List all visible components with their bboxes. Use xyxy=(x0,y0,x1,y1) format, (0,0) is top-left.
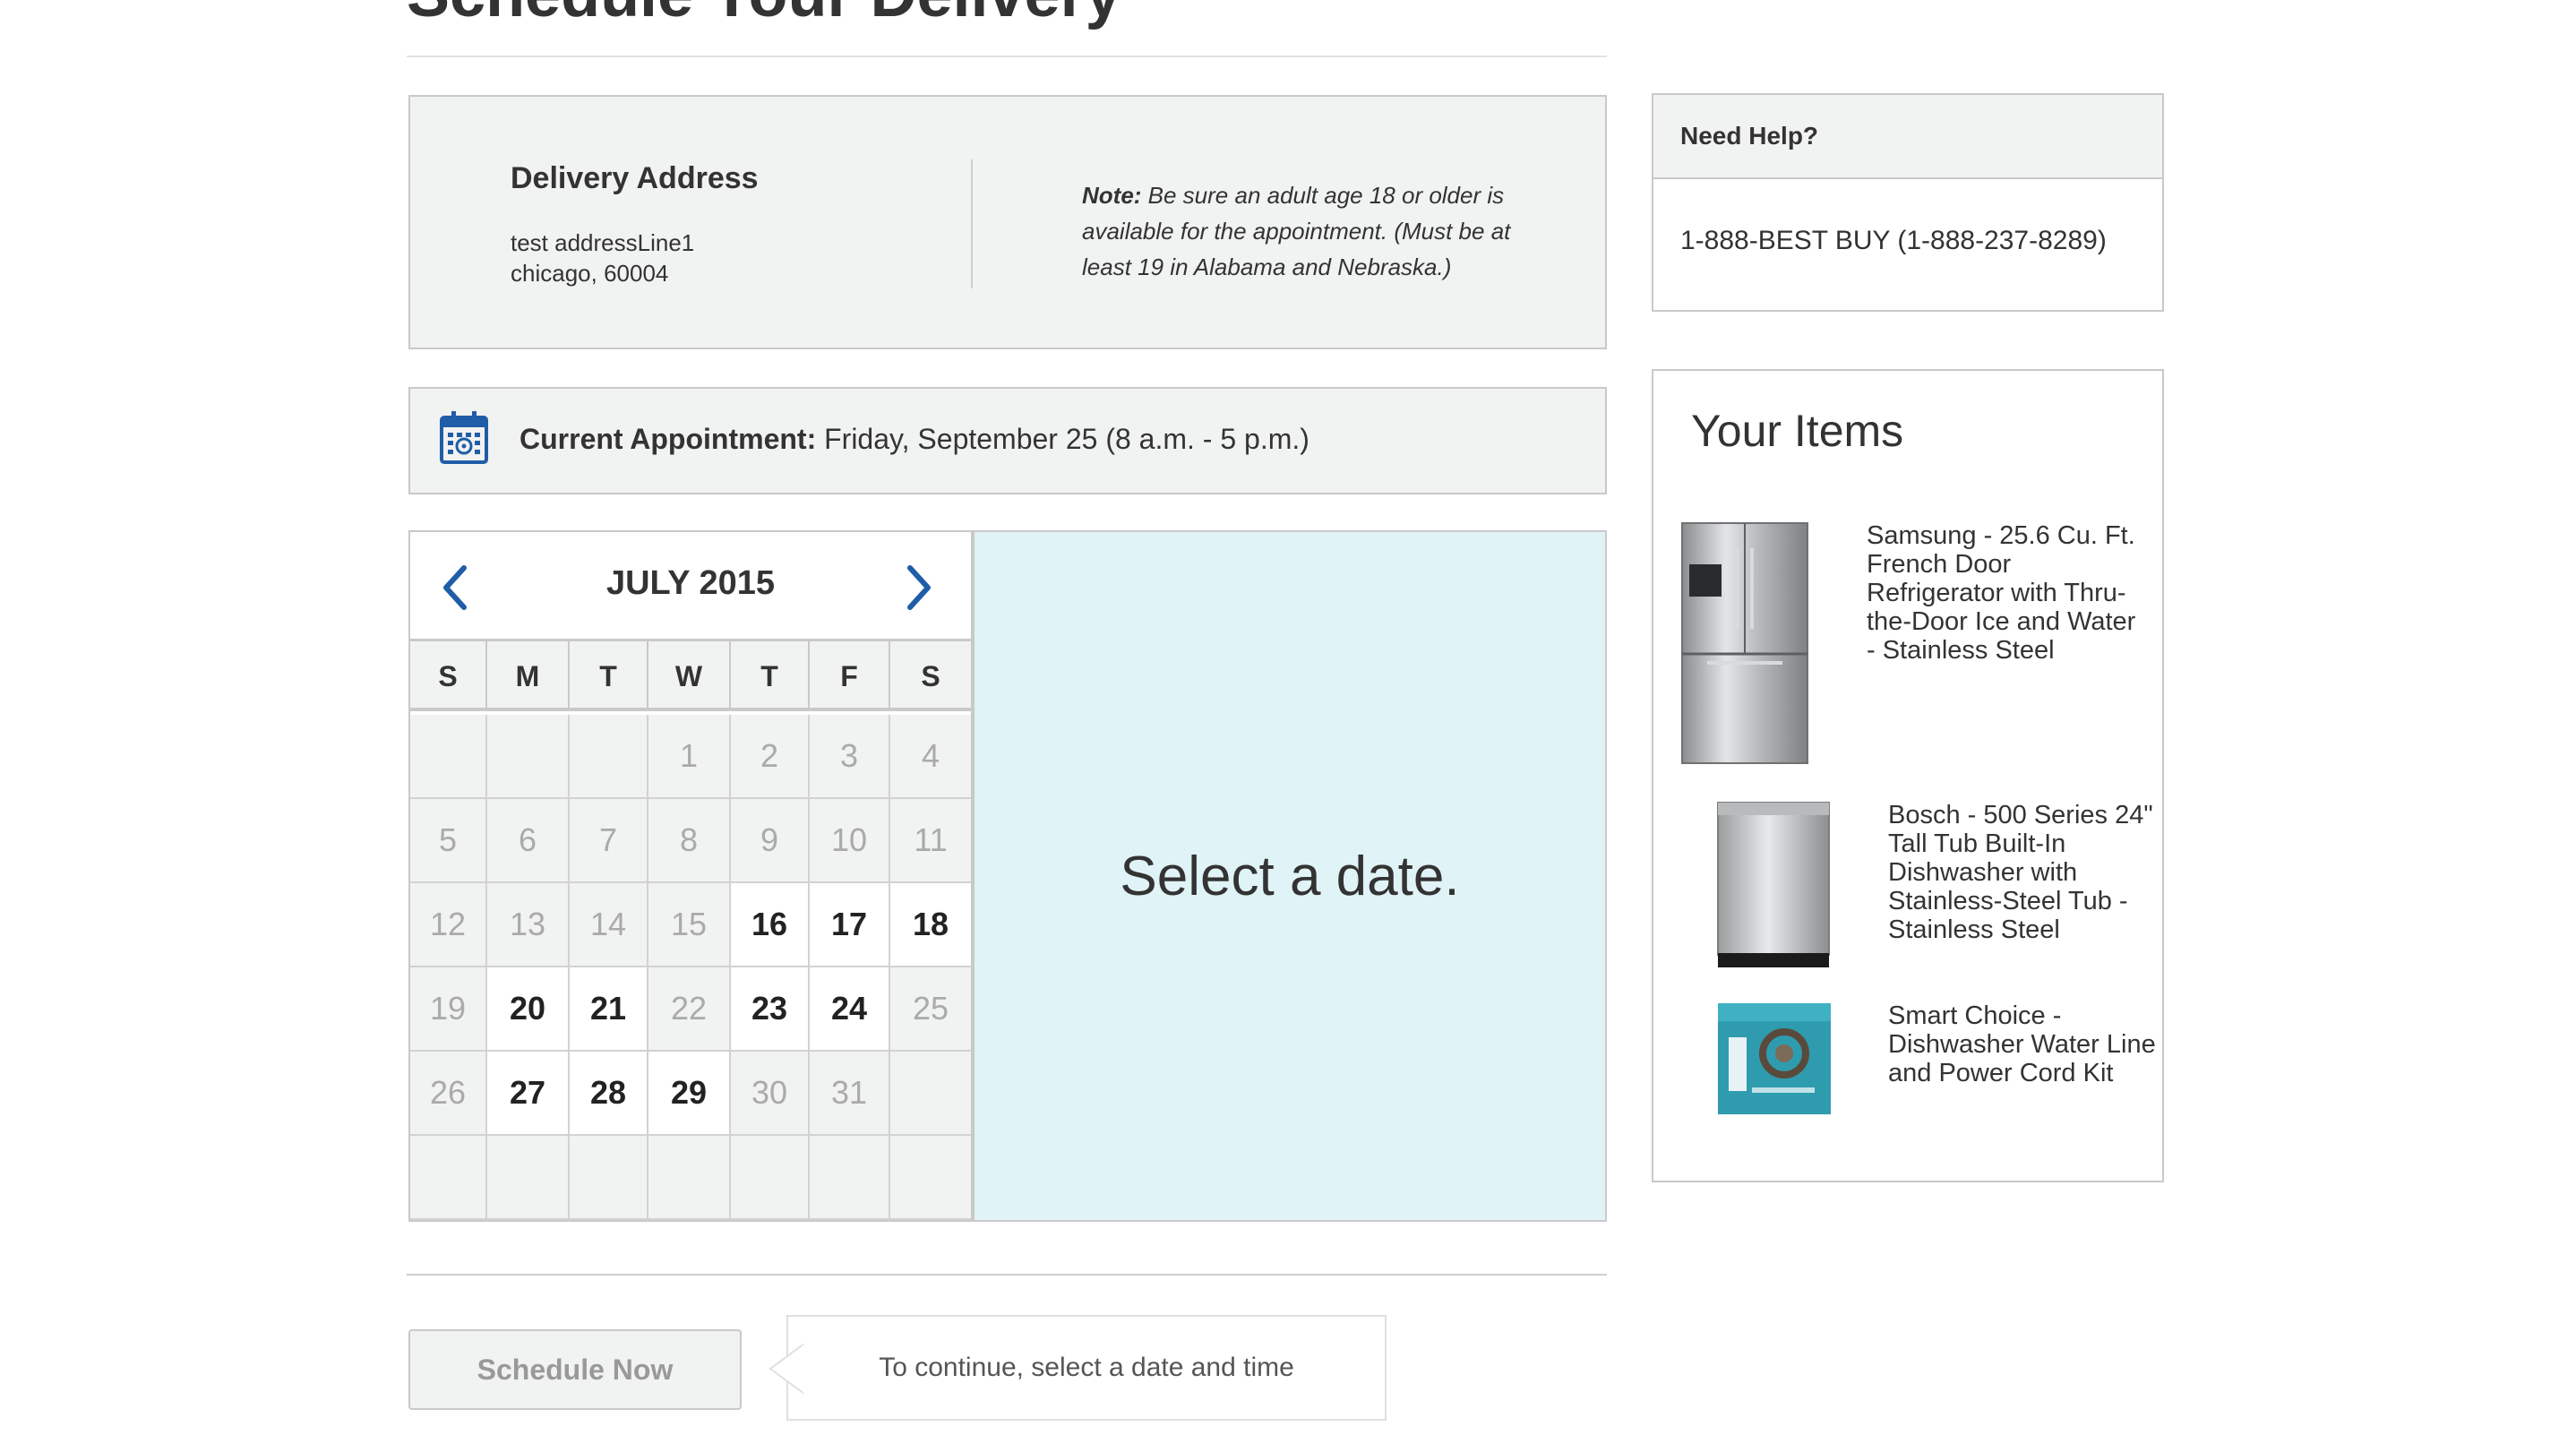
calendar-empty-cell xyxy=(648,1136,731,1218)
calendar-day-unavailable: 8 xyxy=(648,799,731,881)
address-divider xyxy=(971,159,973,288)
calendar-week-row: 19 20 21 22 23 24 25 xyxy=(410,967,971,1052)
bottom-divider xyxy=(407,1274,1607,1276)
address-line-2: chicago, 60004 xyxy=(511,260,669,287)
item-name: Smart Choice - Dishwasher Water Line and… xyxy=(1888,1001,2156,1087)
calendar-icon xyxy=(440,411,488,464)
delivery-address-panel: Delivery Address test addressLine1 chica… xyxy=(408,95,1607,349)
dishwasher-image xyxy=(1717,802,1830,967)
your-items-title: Your Items xyxy=(1691,406,1904,456)
continue-hint-tooltip: To continue, select a date and time xyxy=(786,1315,1387,1421)
calendar-month-title: JULY 2015 xyxy=(605,564,776,602)
help-phone-number: 1-888-BEST BUY (1-888-237-8289) xyxy=(1680,226,2107,255)
calendar-day-unavailable: 2 xyxy=(731,715,810,797)
title-divider xyxy=(407,56,1607,57)
appointment-value: Friday, September 25 (8 a.m. - 5 p.m.) xyxy=(816,423,1309,455)
calendar-day-unavailable: 1 xyxy=(648,715,731,797)
calendar-day-available[interactable]: 29 xyxy=(648,1052,731,1134)
weekday-header-row: SMTWTFS xyxy=(410,641,971,711)
delivery-address-heading: Delivery Address xyxy=(511,161,759,195)
calendar-day-unavailable: 26 xyxy=(410,1052,487,1134)
calendar-day-unavailable: 9 xyxy=(731,799,810,881)
calendar-day-unavailable: 7 xyxy=(570,799,648,881)
calendar-empty-cell xyxy=(570,1136,648,1218)
weekday-label: M xyxy=(487,641,570,711)
item-name: Bosch - 500 Series 24" Tall Tub Built-In… xyxy=(1888,801,2153,944)
weekday-label: T xyxy=(731,641,810,711)
current-appointment-bar: Current Appointment: Friday, September 2… xyxy=(408,387,1607,494)
calendar-week-row: 26 27 28 29 30 31 xyxy=(410,1052,971,1136)
page-title: Schedule Your Delivery xyxy=(407,0,1121,27)
current-appointment-text: Current Appointment: Friday, September 2… xyxy=(519,423,1309,456)
refrigerator-image xyxy=(1681,522,1808,764)
weekday-label: S xyxy=(410,641,487,711)
weekday-label: W xyxy=(648,641,731,711)
schedule-now-button[interactable]: Schedule Now xyxy=(408,1329,742,1410)
calendar-day-available[interactable]: 24 xyxy=(810,967,890,1050)
calendar-day-unavailable: 3 xyxy=(810,715,890,797)
calendar-day-unavailable: 30 xyxy=(731,1052,810,1134)
calendar-week-row: 5 6 7 8 9 10 11 xyxy=(410,799,971,883)
calendar-day-available[interactable]: 28 xyxy=(570,1052,648,1134)
calendar-day-unavailable: 11 xyxy=(890,799,971,881)
calendar-day-unavailable: 5 xyxy=(410,799,487,881)
calendar-empty-cell xyxy=(410,715,487,797)
calendar-day-unavailable: 15 xyxy=(648,883,731,966)
calendar-empty-cell xyxy=(410,1136,487,1218)
need-help-header: Need Help? xyxy=(1653,95,2162,179)
calendar-day-available[interactable]: 21 xyxy=(570,967,648,1050)
calendar-day-unavailable: 12 xyxy=(410,883,487,966)
item-name: Samsung - 25.6 Cu. Ft. French Door Refri… xyxy=(1867,521,2136,665)
calendar-empty-cell xyxy=(570,715,648,797)
calendar-grid: 1 2 3 4 5 6 7 8 9 10 11 12 13 14 15 16 17 18 19 20 21 22 23 24 2… xyxy=(410,715,971,1220)
calendar-day-available[interactable]: 20 xyxy=(487,967,570,1050)
calendar-week-row: 1234 xyxy=(410,715,971,799)
select-date-prompt: Select a date. xyxy=(1120,845,1460,907)
calendar-day-unavailable: 19 xyxy=(410,967,487,1050)
calendar-empty-cell xyxy=(487,1136,570,1218)
calendar-empty-cell xyxy=(890,1052,971,1134)
calendar-day-unavailable: 10 xyxy=(810,799,890,881)
calendar-empty-cell xyxy=(487,715,570,797)
address-line-1: test addressLine1 xyxy=(511,229,695,256)
calendar-day-unavailable: 13 xyxy=(487,883,570,966)
date-calendar: JULY 2015 SMTWTFS 1 2 3 4 5 6 7 8 9 10 11 12 13 14 15 1… xyxy=(408,530,973,1222)
water-line-kit-image xyxy=(1718,1003,1831,1114)
weekday-label: S xyxy=(921,659,940,692)
calendar-day-unavailable: 25 xyxy=(890,967,971,1050)
note-label: Note: xyxy=(1082,182,1142,209)
chevron-right-icon[interactable] xyxy=(901,563,937,613)
calendar-day-unavailable: 6 xyxy=(487,799,570,881)
time-selection-panel: Select a date. xyxy=(971,530,1607,1222)
need-help-box: Need Help? 1-888-BEST BUY (1-888-237-828… xyxy=(1652,93,2164,312)
note-text: Be sure an adult age 18 or older is avai… xyxy=(1082,182,1511,280)
calendar-empty-cell xyxy=(731,1136,810,1218)
weekday-label: T xyxy=(570,641,648,711)
calendar-header: JULY 2015 xyxy=(410,532,971,641)
calendar-day-available[interactable]: 23 xyxy=(731,967,810,1050)
calendar-day-available[interactable]: 27 xyxy=(487,1052,570,1134)
calendar-week-row xyxy=(410,1136,971,1220)
calendar-empty-cell xyxy=(810,1136,890,1218)
delivery-note: Note: Be sure an adult age 18 or older i… xyxy=(1082,177,1548,285)
calendar-day-available[interactable]: 18 xyxy=(890,883,971,966)
calendar-day-unavailable: 14 xyxy=(570,883,648,966)
calendar-day-unavailable: 31 xyxy=(810,1052,890,1134)
calendar-empty-cell xyxy=(890,1136,971,1218)
need-help-title: Need Help? xyxy=(1680,122,1819,150)
weekday-label: F xyxy=(810,641,890,711)
calendar-day-unavailable: 22 xyxy=(648,967,731,1050)
calendar-day-unavailable: 4 xyxy=(890,715,971,797)
calendar-day-available[interactable]: 16 xyxy=(731,883,810,966)
calendar-week-row: 12 13 14 15 16 17 18 xyxy=(410,883,971,967)
calendar-day-available[interactable]: 17 xyxy=(810,883,890,966)
your-items-box: Your Items Samsung - 25.6 Cu. Ft. French… xyxy=(1652,369,2164,1182)
tooltip-arrow xyxy=(769,1344,804,1394)
appointment-label: Current Appointment: xyxy=(519,423,817,455)
